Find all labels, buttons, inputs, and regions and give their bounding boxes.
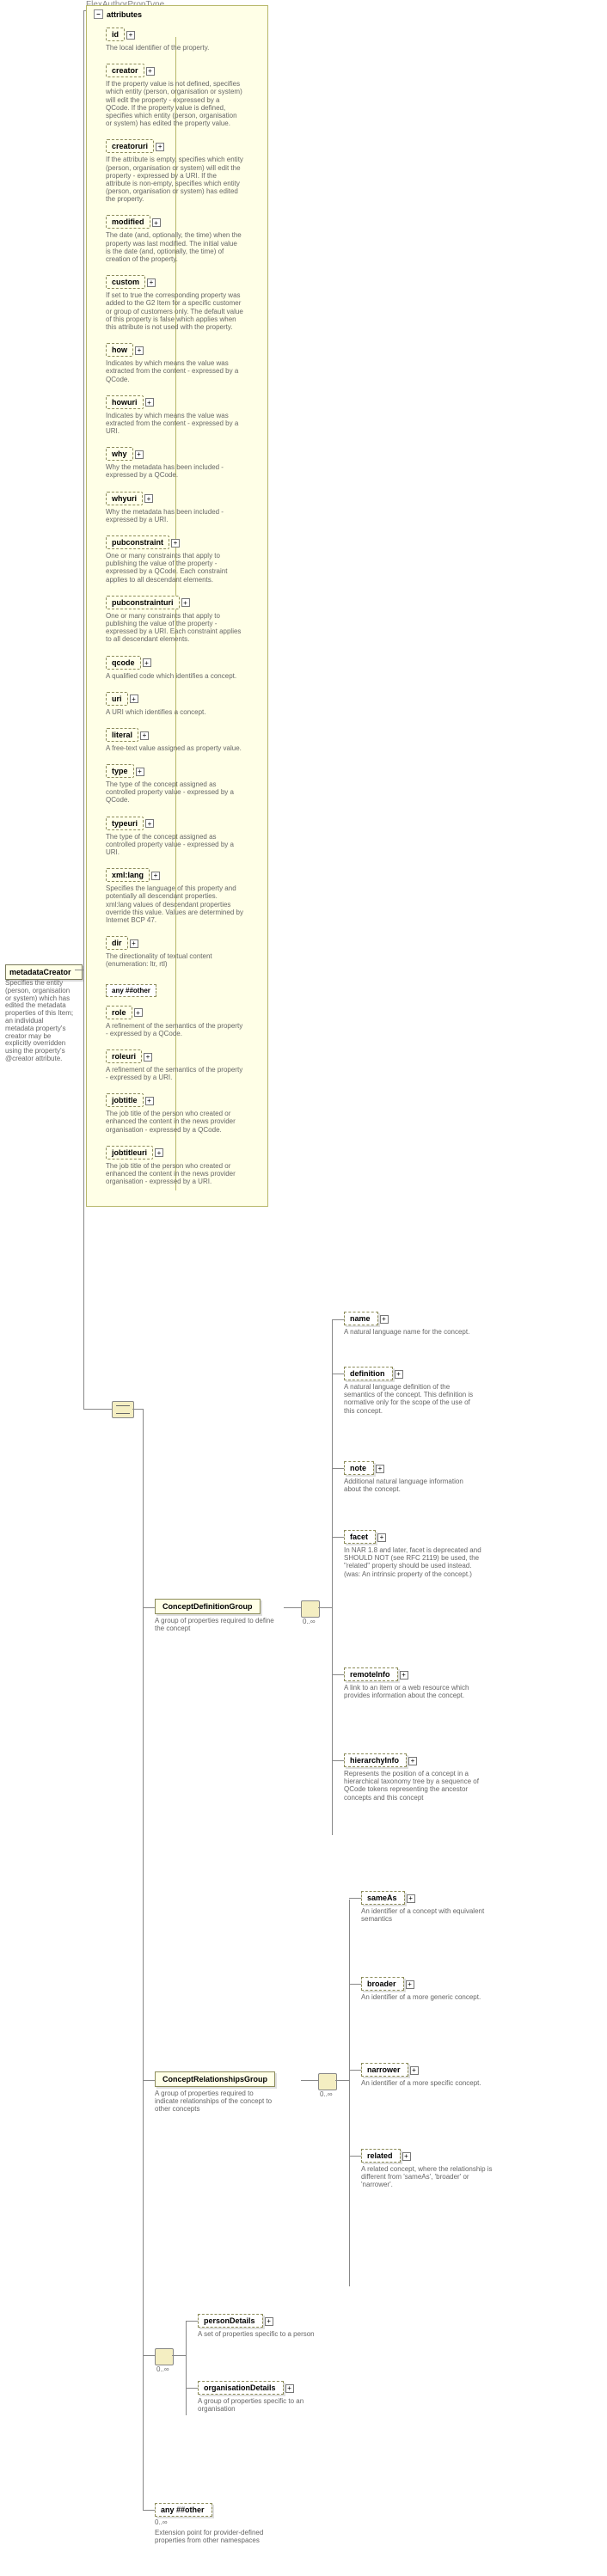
sequence-compositor[interactable]	[318, 2073, 337, 2090]
expand-icon[interactable]: +	[136, 768, 144, 776]
elem-organisationdetails[interactable]: organisationDetails+A group of propertie…	[198, 2381, 335, 2413]
attr-role: role+A refinement of the semantics of th…	[106, 1006, 259, 1037]
expand-icon[interactable]: +	[156, 143, 164, 151]
expand-icon[interactable]: +	[407, 1894, 415, 1903]
expand-icon[interactable]: +	[152, 218, 161, 227]
elem-related[interactable]: related+A related concept, where the rel…	[361, 2149, 499, 2189]
group-concept-relationships[interactable]: ConceptRelationshipsGroup A group of pro…	[155, 2071, 275, 2114]
attr-id: id+The local identifier of the property.	[106, 28, 259, 52]
expand-icon[interactable]: +	[126, 31, 135, 40]
expand-icon[interactable]: +	[408, 1757, 417, 1765]
attr-type: type+The type of the concept assigned as…	[106, 764, 259, 805]
attr-creatoruri: creatoruri+If the attribute is empty, sp…	[106, 139, 259, 203]
expand-icon[interactable]: +	[145, 1097, 154, 1105]
group-desc: A group of properties required to indica…	[155, 2090, 275, 2114]
attr-jobtitleuri: jobtitleuri+The job title of the person …	[106, 1146, 259, 1186]
expand-icon[interactable]: +	[171, 539, 180, 548]
expand-icon[interactable]: +	[135, 450, 144, 459]
elem-name[interactable]: name+A natural language name for the con…	[344, 1312, 469, 1336]
expand-icon[interactable]: +	[410, 2066, 419, 2075]
expand-icon[interactable]: +	[402, 2152, 411, 2161]
any-attribute[interactable]: any ##other	[106, 984, 156, 997]
attr-xml-lang: xml:lang+Specifies the language of this …	[106, 868, 259, 924]
expand-icon[interactable]: +	[155, 1148, 163, 1157]
elem-hierarchyinfo[interactable]: hierarchyInfo+Represents the position of…	[344, 1753, 481, 1802]
cardinality: 0..∞	[320, 2090, 333, 2098]
group-label: ConceptRelationshipsGroup	[155, 2071, 275, 2087]
expand-icon[interactable]: +	[144, 1053, 152, 1062]
attributes-panel: – attributes id+The local identifier of …	[86, 5, 268, 1207]
attr-how: how+Indicates by which means the value w…	[106, 343, 259, 383]
attributes-label: attributes	[107, 10, 142, 19]
expand-icon[interactable]: +	[135, 346, 144, 355]
expand-icon[interactable]: +	[395, 1370, 403, 1379]
elem-sameas[interactable]: sameAs+An identifier of a concept with e…	[361, 1891, 499, 1923]
expand-icon[interactable]: +	[143, 658, 151, 667]
elem-persondetails[interactable]: personDetails+A set of properties specif…	[198, 2314, 315, 2338]
expand-icon[interactable]: +	[380, 1315, 389, 1324]
elem-remoteinfo[interactable]: remoteInfo+A link to an item or a web re…	[344, 1667, 481, 1699]
elem-narrower[interactable]: narrower+An identifier of a more specifi…	[361, 2063, 481, 2087]
attr-uri: uri+A URI which identifies a concept.	[106, 692, 259, 716]
expand-icon[interactable]: +	[145, 398, 154, 407]
expand-icon[interactable]: +	[265, 2317, 273, 2326]
elem-definition[interactable]: definition+A natural language definition…	[344, 1367, 481, 1415]
diagram-canvas: { "header": "FlexAuthorPropType", "root"…	[0, 0, 607, 2576]
root-element[interactable]: metadataCreator	[5, 964, 83, 980]
attr-pubconstrainturi: pubconstrainturi+One or many constraints…	[106, 596, 259, 644]
cardinality: 0..∞	[155, 2518, 292, 2526]
expand-icon[interactable]: +	[147, 278, 156, 287]
attr-dir: dir+The directionality of textual conten…	[106, 936, 259, 968]
expand-icon[interactable]: +	[146, 67, 155, 76]
attr-whyuri: whyuri+Why the metadata has been include…	[106, 492, 259, 523]
group-desc: A group of properties required to define…	[155, 1617, 275, 1632]
expand-icon[interactable]: +	[134, 1008, 143, 1017]
expand-icon[interactable]: +	[400, 1671, 408, 1680]
expand-icon[interactable]: +	[140, 731, 149, 740]
cardinality: 0..∞	[303, 1618, 316, 1625]
any-element-desc: Extension point for provider-defined pro…	[155, 2529, 292, 2544]
expand-icon[interactable]: +	[145, 819, 154, 828]
expand-icon[interactable]: +	[144, 494, 153, 503]
attr-pubconstraint: pubconstraint+One or many constraints th…	[106, 535, 259, 584]
expand-icon[interactable]: +	[151, 872, 160, 880]
elem-note[interactable]: note+Additional natural language informa…	[344, 1461, 481, 1493]
attributes-header[interactable]: – attributes	[87, 6, 267, 22]
elem-facet[interactable]: facet+In NAR 1.8 and later, facet is dep…	[344, 1530, 481, 1578]
expand-icon[interactable]: +	[130, 694, 138, 703]
root-element-label: metadataCreator	[9, 968, 71, 976]
attr-creator: creator+If the property value is not def…	[106, 64, 259, 127]
cardinality: 0..∞	[156, 2365, 169, 2373]
attr-qcode: qcode+A qualified code which identifies …	[106, 656, 259, 680]
attr-jobtitle: jobtitle+The job title of the person who…	[106, 1093, 259, 1134]
attr-typeuri: typeuri+The type of the concept assigned…	[106, 817, 259, 857]
attr-literal: literal+A free-text value assigned as pr…	[106, 728, 259, 752]
root-element-desc: Specifies the entity (person, organisati…	[5, 980, 74, 1063]
sequence-compositor[interactable]	[112, 1401, 134, 1418]
attr-modified: modified+The date (and, optionally, the …	[106, 215, 259, 263]
expand-icon[interactable]: +	[376, 1465, 384, 1473]
group-concept-definition[interactable]: ConceptDefinitionGroup A group of proper…	[155, 1599, 275, 1632]
choice-compositor[interactable]	[155, 2348, 174, 2365]
attr-why: why+Why the metadata has been included -…	[106, 447, 259, 479]
sequence-compositor[interactable]	[301, 1600, 320, 1618]
elem-broader[interactable]: broader+An identifier of a more generic …	[361, 1977, 481, 2001]
any-element-label: any ##other	[155, 2503, 212, 2517]
collapse-icon[interactable]: –	[94, 9, 103, 19]
expand-icon[interactable]: +	[377, 1533, 386, 1542]
expand-icon[interactable]: +	[406, 1980, 414, 1989]
expand-icon[interactable]: +	[181, 598, 190, 607]
attr-roleuri: roleuri+A refinement of the semantics of…	[106, 1049, 259, 1081]
elem-any-other[interactable]: any ##other 0..∞ Extension point for pro…	[155, 2503, 292, 2544]
group-label: ConceptDefinitionGroup	[155, 1599, 261, 1614]
attributes-list: id+The local identifier of the property.…	[87, 22, 267, 1206]
expand-icon[interactable]: +	[285, 2384, 294, 2393]
attr-custom: custom+If set to true the corresponding …	[106, 275, 259, 331]
expand-icon[interactable]: +	[130, 939, 138, 948]
attr-howuri: howuri+Indicates by which means the valu…	[106, 395, 259, 436]
